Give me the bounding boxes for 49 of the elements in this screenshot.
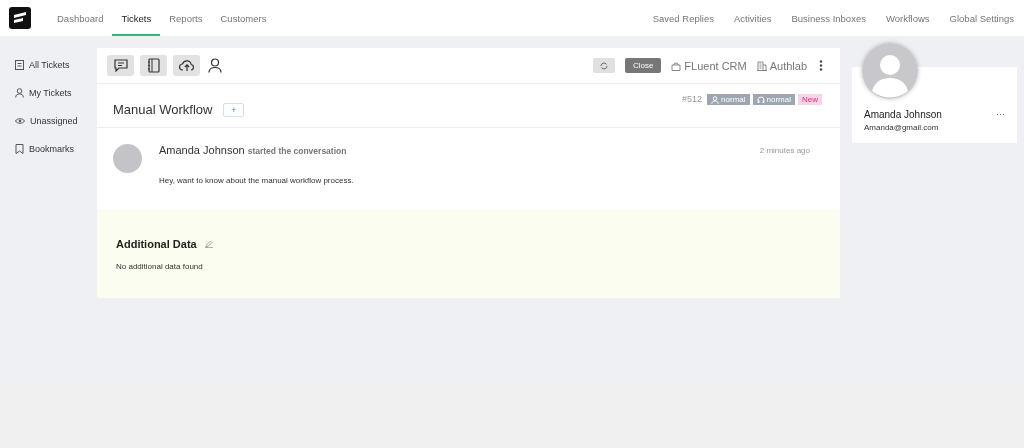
nav-tab[interactable]: Reports [160, 0, 212, 36]
crm-label: FLuent CRM [684, 59, 747, 72]
add-button[interactable]: + [223, 102, 245, 117]
tag-label: normal [766, 95, 791, 104]
sidebar-item[interactable]: All Tickets [15, 60, 97, 70]
refresh-button[interactable] [592, 58, 615, 73]
app-logo-icon[interactable] [9, 7, 31, 29]
bag-icon [671, 60, 682, 71]
sidebar-item[interactable]: Unassigned [15, 116, 97, 126]
user-icon [15, 88, 24, 98]
reply-button[interactable] [107, 55, 134, 76]
headset-icon [756, 95, 765, 104]
ticket-number: #512 [682, 94, 703, 104]
nav-link[interactable]: Global Settings [949, 12, 1014, 24]
tag-label: normal [721, 95, 746, 104]
eye-icon [15, 117, 25, 125]
nav-link[interactable]: Workflows [885, 12, 930, 24]
empty-message: No additional data found [116, 262, 204, 271]
customer-email: Amanda@gmail.com [864, 123, 940, 132]
list-icon [15, 60, 24, 70]
nav-tab[interactable]: Customers [211, 0, 276, 36]
more-icon[interactable] [819, 60, 823, 71]
message-text: Hey, want to know about the manual workflow process. [159, 176, 355, 185]
customer-name: Amanda Johnson [864, 109, 942, 120]
ticket-title: Manual Workflow [113, 102, 213, 117]
timestamp: 2 minutes ago [759, 145, 810, 155]
sidebar-item[interactable]: My Tickets [15, 88, 97, 98]
section-title: Additional Data [116, 238, 197, 250]
close-button[interactable]: Close [624, 58, 662, 73]
refresh-icon [599, 61, 608, 70]
nav-link[interactable]: Saved Replies [652, 12, 714, 24]
bookmark-icon [15, 144, 24, 154]
notes-button[interactable] [140, 55, 167, 76]
upload-button[interactable] [173, 55, 200, 76]
nav-link[interactable]: Business Inboxes [791, 12, 866, 24]
sidebar-item[interactable]: Bookmarks [15, 144, 97, 154]
notebook-icon [147, 58, 160, 73]
product-label: Authlab [769, 59, 807, 72]
user-icon [711, 95, 720, 104]
more-menu[interactable]: ··· [996, 109, 1005, 120]
nav-link[interactable]: Activities [733, 12, 772, 24]
conversation-heading: Amanda Johnson started the conversation [159, 144, 347, 156]
cloud-upload-icon [178, 59, 195, 72]
user-icon[interactable] [208, 58, 222, 73]
status-badge: New [798, 94, 822, 105]
nav-tab[interactable]: Dashboard [48, 0, 113, 36]
chat-icon [113, 59, 128, 72]
building-icon [756, 60, 767, 71]
avatar-silhouette [113, 144, 142, 173]
